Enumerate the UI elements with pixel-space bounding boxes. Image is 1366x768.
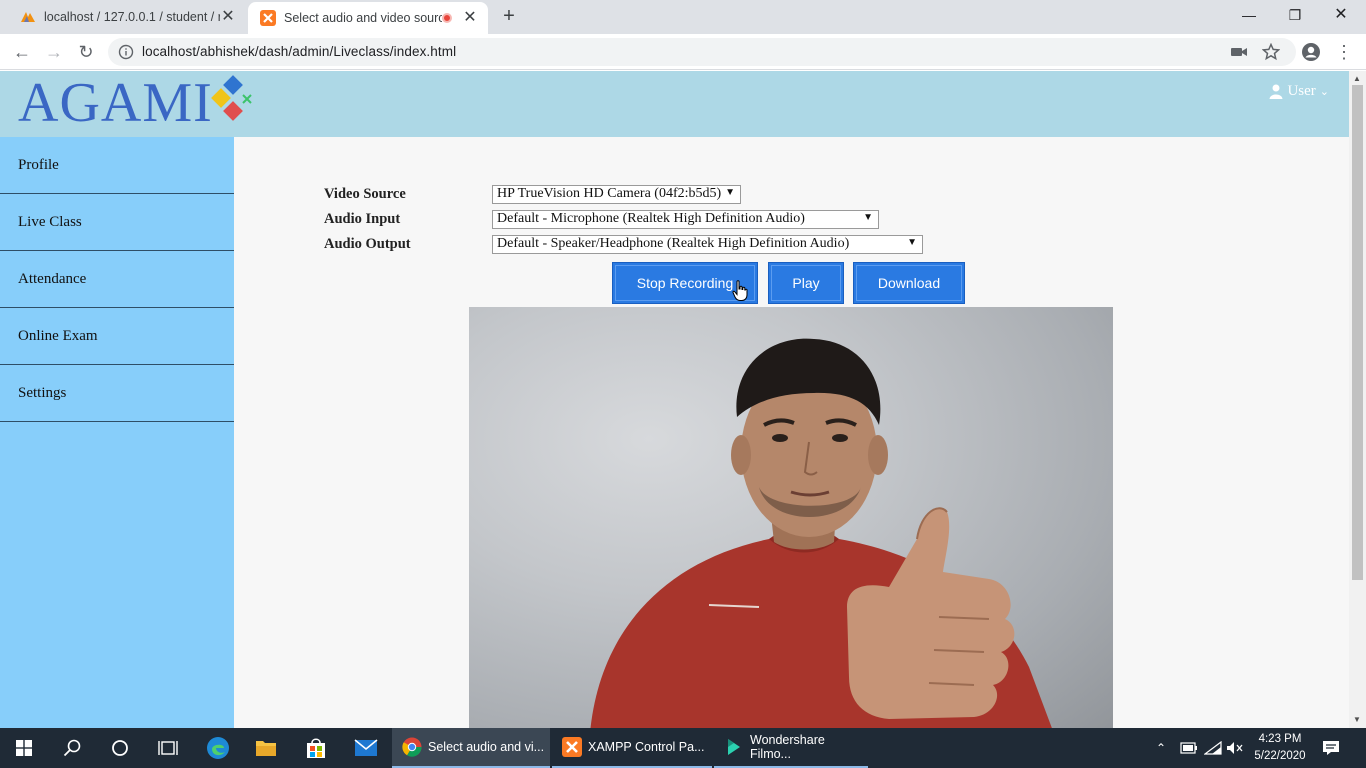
video-source-value: HP TrueVision HD Camera (04f2:b5d5): [497, 186, 722, 201]
sidebar-item-settings[interactable]: Settings: [0, 365, 234, 422]
recording-indicator-icon: [442, 13, 452, 23]
new-tab-icon[interactable]: +: [498, 6, 520, 28]
sidebar-item-label: Profile: [18, 156, 59, 173]
chrome-icon: [402, 737, 422, 757]
restore-icon[interactable]: ❐: [1272, 0, 1318, 30]
sidebar-item-profile[interactable]: Profile: [0, 137, 234, 194]
filmora-icon: [728, 739, 740, 755]
hand-cursor-icon: [732, 280, 748, 301]
sidebar-item-label: Live Class: [18, 213, 82, 230]
sidebar-item-attendance[interactable]: Attendance: [0, 251, 234, 308]
edge-icon[interactable]: [194, 728, 242, 768]
user-label: User: [1287, 83, 1316, 99]
user-icon: [1269, 84, 1283, 99]
tab-liveclass[interactable]: Select audio and video sourc ✕: [248, 2, 488, 34]
minimize-icon[interactable]: —: [1226, 0, 1272, 30]
camera-icon[interactable]: [1230, 43, 1248, 61]
start-button[interactable]: [0, 728, 48, 768]
xampp-icon: [562, 737, 582, 757]
clock-time: 4:23 PM: [1258, 733, 1302, 745]
scroll-down-icon[interactable]: ▼: [1353, 715, 1361, 724]
site-logo[interactable]: AGAMI: [18, 73, 213, 133]
network-icon[interactable]: [1204, 728, 1222, 768]
reload-icon[interactable]: ↻: [72, 38, 100, 66]
cortana-icon[interactable]: [96, 728, 144, 768]
audio-input-row: Audio Input Default - Microphone (Realte…: [324, 209, 879, 229]
chevron-down-icon: ⌄: [1319, 86, 1329, 98]
info-icon: [118, 44, 134, 60]
video-preview: [469, 307, 1113, 728]
page-scrollbar[interactable]: ▲ ▼: [1349, 71, 1366, 728]
user-menu[interactable]: User ⌄: [1269, 83, 1329, 100]
audio-input-select[interactable]: Default - Microphone (Realtek High Defin…: [492, 209, 879, 229]
bookmark-star-icon[interactable]: [1262, 43, 1280, 61]
clock-date: 5/22/2020: [1254, 750, 1306, 762]
window-close-icon[interactable]: ✕: [1318, 0, 1364, 30]
volume-muted-icon[interactable]: [1226, 728, 1244, 768]
browser-tab-strip: localhost / 127.0.0.1 / student / r ✕ Se…: [0, 0, 1366, 34]
tab-title: Select audio and video sourc: [284, 11, 442, 25]
webcam-feed-image: [590, 338, 1052, 728]
taskbar-app-label: XAMPP Control Pa...: [588, 740, 705, 754]
audio-output-label: Audio Output: [324, 235, 411, 252]
mail-icon[interactable]: [342, 728, 390, 768]
address-bar[interactable]: localhost/abhishek/dash/admin/Liveclass/…: [108, 38, 1296, 66]
sidebar-item-live-class[interactable]: Live Class: [0, 194, 234, 251]
site-header: AGAMI User ⌄: [0, 71, 1349, 137]
windows-logo-icon: [16, 740, 32, 756]
scroll-thumb[interactable]: [1352, 85, 1363, 580]
taskbar-app-label: Wondershare Filmo...: [750, 733, 825, 761]
taskbar-app-label: Select audio and vi...: [428, 740, 545, 754]
play-button[interactable]: Play: [768, 262, 844, 304]
dropdown-arrow-icon: ▼: [863, 211, 873, 223]
main-content: Video Source HP TrueVision HD Camera (04…: [234, 137, 1349, 728]
audio-input-label: Audio Input: [324, 210, 401, 227]
sidebar-item-label: Settings: [18, 384, 67, 401]
profile-icon[interactable]: [1301, 42, 1321, 62]
menu-dots-icon[interactable]: ⋮: [1330, 38, 1358, 66]
taskbar-app-xampp[interactable]: XAMPP Control Pa...: [552, 728, 712, 768]
chevron-up-icon: ⌃: [1156, 741, 1167, 755]
file-explorer-icon[interactable]: [242, 728, 290, 768]
logo-diamond-icon: [211, 75, 252, 121]
download-button[interactable]: Download: [853, 262, 965, 304]
store-icon[interactable]: [292, 728, 340, 768]
show-hidden-icons[interactable]: ⌃: [1156, 728, 1166, 768]
url-text: localhost/abhishek/dash/admin/Liveclass/…: [142, 44, 457, 59]
video-source-select[interactable]: HP TrueVision HD Camera (04f2:b5d5) ▼: [492, 184, 741, 204]
system-clock[interactable]: 4:23 PM 5/22/2020: [1252, 731, 1308, 765]
audio-output-value: Default - Speaker/Headphone (Realtek Hig…: [497, 236, 850, 251]
task-view-icon[interactable]: [144, 728, 192, 768]
close-icon[interactable]: ✕: [462, 10, 478, 26]
taskbar-app-chrome[interactable]: Select audio and vi...: [392, 728, 550, 768]
audio-output-row: Audio Output Default - Speaker/Headphone…: [324, 234, 923, 254]
sidebar: Profile Live Class Attendance Online Exa…: [0, 137, 234, 728]
phpmyadmin-icon: [21, 12, 35, 22]
battery-icon[interactable]: [1180, 728, 1198, 768]
tab-title: localhost / 127.0.0.1 / student / r: [44, 10, 220, 24]
web-page: AGAMI User ⌄ Profile Live Class Attendan…: [0, 71, 1349, 728]
forward-icon[interactable]: →: [40, 38, 68, 66]
action-center-icon[interactable]: [1322, 728, 1340, 768]
browser-toolbar: ← → ↻ localhost/abhishek/dash/admin/Live…: [0, 34, 1366, 70]
video-source-label: Video Source: [324, 185, 406, 202]
sidebar-item-online-exam[interactable]: Online Exam: [0, 308, 234, 365]
sidebar-item-label: Online Exam: [18, 327, 98, 344]
xampp-icon: [260, 10, 276, 26]
back-icon[interactable]: ←: [8, 38, 36, 66]
dropdown-arrow-icon: ▼: [907, 236, 917, 248]
close-icon[interactable]: ✕: [220, 9, 236, 25]
dropdown-arrow-icon: ▼: [725, 186, 735, 198]
taskbar-app-filmora[interactable]: Wondershare Filmo...: [714, 728, 868, 768]
scroll-up-icon[interactable]: ▲: [1353, 74, 1361, 83]
audio-output-select[interactable]: Default - Speaker/Headphone (Realtek Hig…: [492, 234, 923, 254]
windows-taskbar: Select audio and vi... XAMPP Control Pa.…: [0, 728, 1366, 768]
audio-input-value: Default - Microphone (Realtek High Defin…: [497, 211, 805, 226]
search-icon[interactable]: [48, 728, 96, 768]
sidebar-item-label: Attendance: [18, 270, 87, 287]
video-source-row: Video Source HP TrueVision HD Camera (04…: [324, 184, 741, 204]
tab-phpmyadmin[interactable]: localhost / 127.0.0.1 / student / r ✕: [8, 0, 246, 34]
